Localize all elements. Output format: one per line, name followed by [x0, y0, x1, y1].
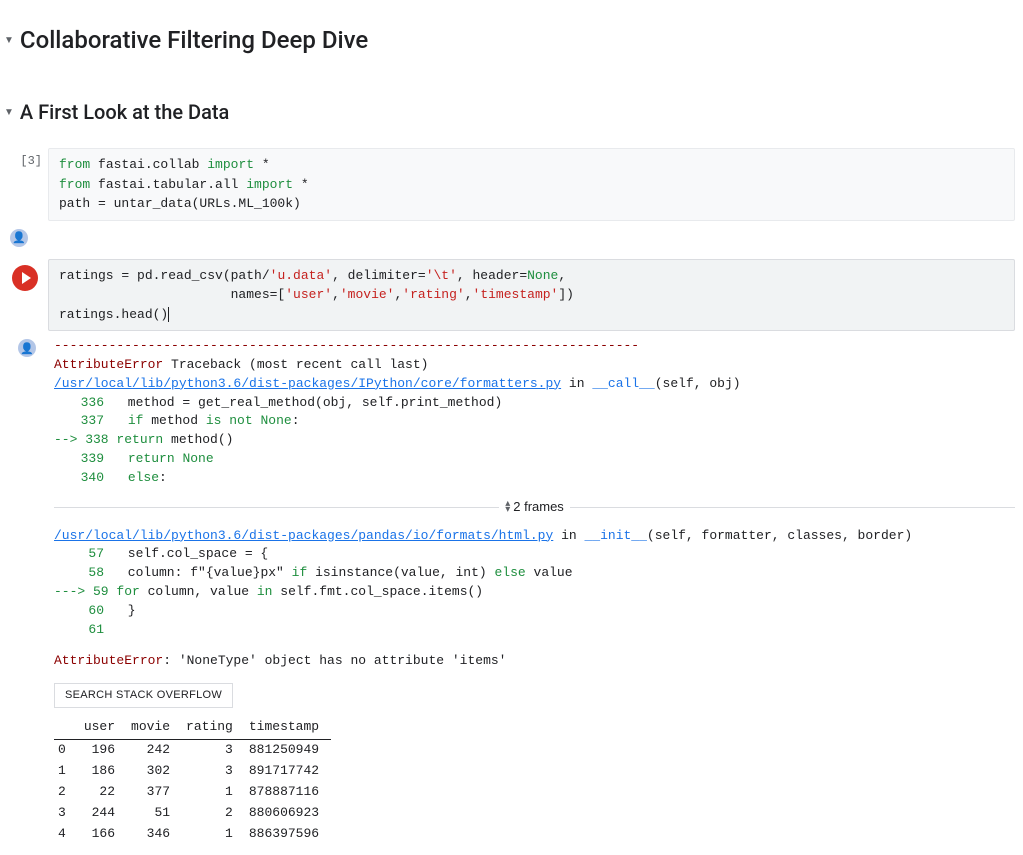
caret-down-icon: ▼ — [4, 107, 14, 118]
error-name: AttributeError — [54, 357, 163, 372]
code-cell-active[interactable]: ratings = pd.read_csv(path/'u.data', del… — [8, 259, 1015, 332]
section-heading-main[interactable]: ▼ Collaborative Filtering Deep Dive — [0, 18, 1023, 62]
collaborator-avatar[interactable]: 👤 — [18, 339, 36, 357]
dataframe-output: user movie rating timestamp 019624238812… — [54, 716, 331, 844]
traceback-file-link[interactable]: /usr/local/lib/python3.6/dist-packages/p… — [54, 528, 553, 543]
table-row: 2223771878887116 — [54, 782, 331, 803]
code-editor[interactable]: from fastai.collab import * from fastai.… — [48, 148, 1015, 221]
table-row: 01962423881250949 — [54, 740, 331, 761]
search-stack-overflow-button[interactable]: SEARCH STACK OVERFLOW — [54, 683, 233, 709]
frames-separator[interactable]: ▴▾ 2 frames — [54, 498, 1015, 517]
cell-gutter[interactable] — [8, 259, 48, 332]
expand-frames-icon[interactable]: ▴▾ — [505, 501, 510, 513]
cell-output: 👤 --------------------------------------… — [8, 333, 1015, 855]
error-message: : 'NoneType' object has no attribute 'it… — [163, 653, 506, 668]
run-cell-button[interactable] — [12, 265, 38, 291]
cell-gutter: [3] — [8, 148, 48, 221]
code-cell[interactable]: [3] from fastai.collab import * from fas… — [8, 148, 1015, 221]
traceback-file-link[interactable]: /usr/local/lib/python3.6/dist-packages/I… — [54, 376, 561, 391]
table-header-row: user movie rating timestamp — [54, 716, 331, 739]
section-subtitle: A First Look at the Data — [20, 100, 229, 124]
collaborator-avatar[interactable]: 👤 — [10, 229, 28, 247]
caret-down-icon: ▼ — [4, 35, 14, 46]
table-row: 11863023891717742 — [54, 761, 331, 782]
page-title: Collaborative Filtering Deep Dive — [20, 26, 368, 54]
code-editor[interactable]: ratings = pd.read_csv(path/'u.data', del… — [48, 259, 1015, 332]
table-row: 3244512880606923 — [54, 803, 331, 824]
execution-count: [3] — [20, 154, 42, 168]
table-row: 41663461886397596 — [54, 824, 331, 845]
error-name-final: AttributeError — [54, 653, 163, 668]
frames-count: 2 frames — [513, 498, 564, 517]
traceback-divider: ----------------------------------------… — [54, 338, 639, 353]
section-heading-sub[interactable]: ▼ A First Look at the Data — [0, 92, 1023, 132]
